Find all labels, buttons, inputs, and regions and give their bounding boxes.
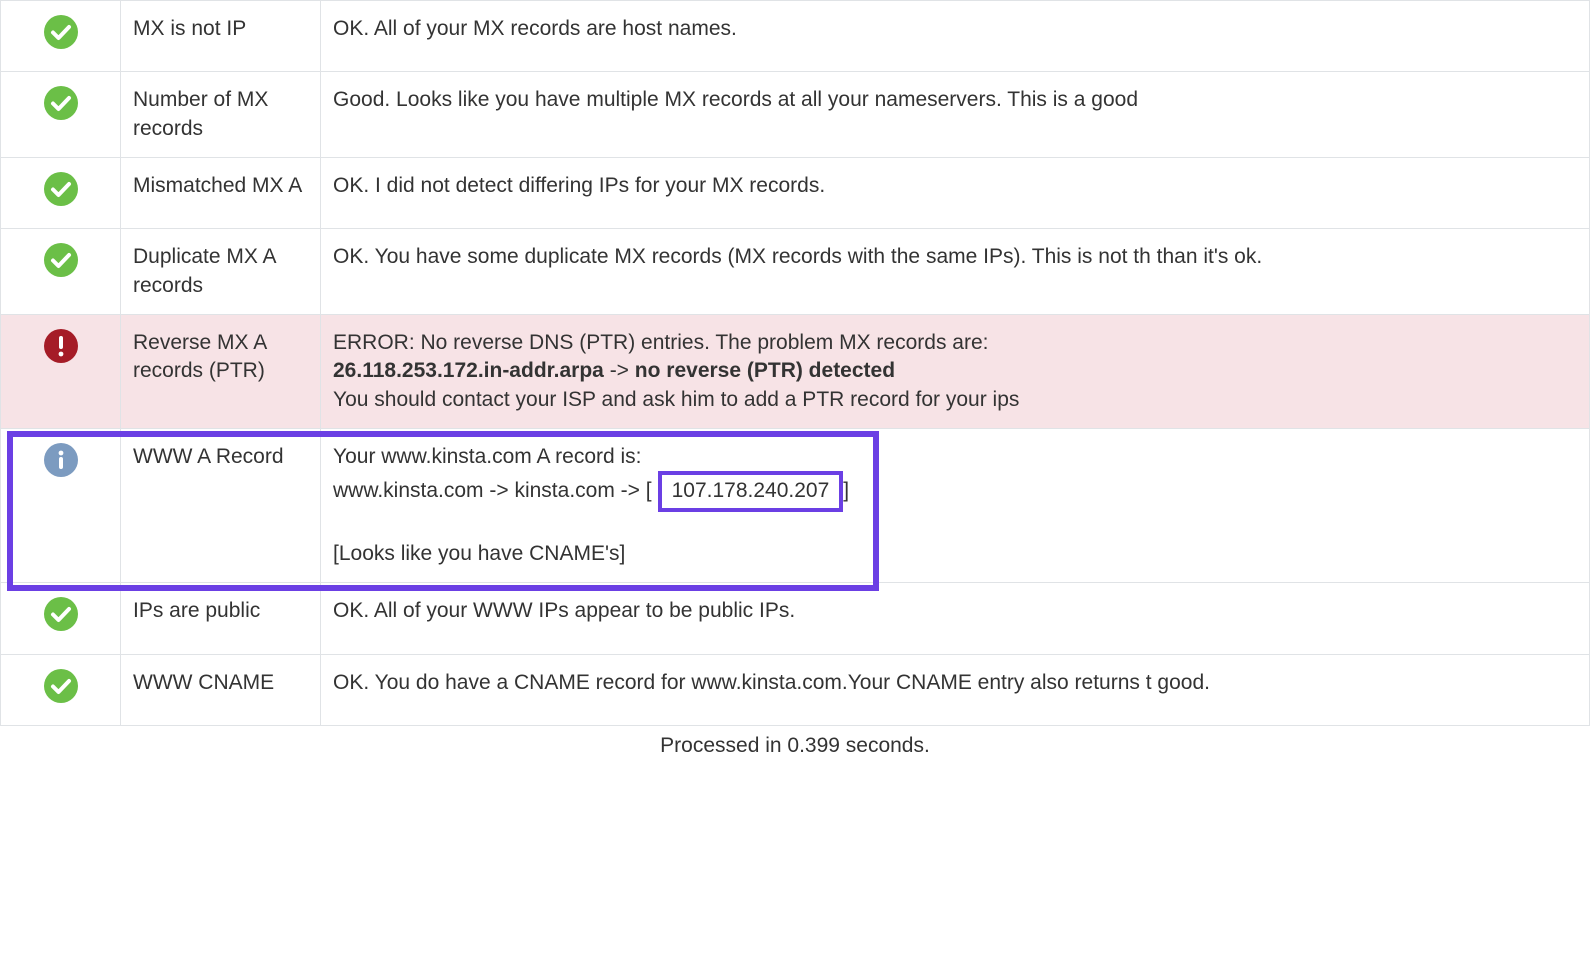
check-circle-icon: [44, 86, 78, 120]
check-circle-icon: [44, 243, 78, 277]
row-message: OK. You do have a CNAME record for www.k…: [333, 671, 1210, 694]
table-row: Number of MX records Good. Looks like yo…: [1, 72, 1590, 158]
check-circle-icon: [44, 172, 78, 206]
row-label: IPs are public: [133, 599, 260, 622]
check-circle-icon: [44, 15, 78, 49]
row-message: OK. All of your WWW IPs appear to be pub…: [333, 599, 795, 622]
error-detail: no reverse (PTR) detected: [635, 359, 895, 382]
table-row: MX is not IP OK. All of your MX records …: [1, 1, 1590, 72]
row-message: OK. All of your MX records are host name…: [333, 17, 737, 40]
error-advice: You should contact your ISP and ask him …: [333, 388, 1019, 411]
table-row-www: WWW A Record Your www.kinsta.com A recor…: [1, 429, 1590, 583]
row-label: MX is not IP: [133, 17, 246, 40]
table-row: IPs are public OK. All of your WWW IPs a…: [1, 583, 1590, 654]
row-message: OK. You have some duplicate MX records (…: [333, 245, 1262, 268]
row-label: Number of MX records: [133, 88, 268, 139]
row-message: OK. I did not detect differing IPs for y…: [333, 174, 825, 197]
table-row: Duplicate MX A records OK. You have some…: [1, 229, 1590, 315]
row-label: Reverse MX A records (PTR): [133, 331, 266, 382]
error-arrow: ->: [604, 359, 635, 382]
processing-time: Processed in 0.399 seconds.: [660, 734, 930, 757]
table-row: Mismatched MX A OK. I did not detect dif…: [1, 158, 1590, 229]
dns-results-table: MX is not IP OK. All of your MX records …: [0, 0, 1590, 726]
www-chain: www.kinsta.com -> kinsta.com -> [: [333, 479, 652, 502]
row-label: Duplicate MX A records: [133, 245, 275, 296]
ip-address-highlight: 107.178.240.207: [658, 471, 844, 511]
row-label: WWW A Record: [133, 445, 284, 468]
row-label: Mismatched MX A: [133, 174, 302, 197]
row-message: Good. Looks like you have multiple MX re…: [333, 88, 1138, 111]
table-row: WWW CNAME OK. You do have a CNAME record…: [1, 654, 1590, 725]
check-circle-icon: [44, 597, 78, 631]
table-row-error: Reverse MX A records (PTR) ERROR: No rev…: [1, 315, 1590, 429]
www-chain-end: ]: [843, 479, 849, 502]
www-note: [Looks like you have CNAME's]: [333, 542, 625, 565]
row-label: WWW CNAME: [133, 671, 274, 694]
error-host: 26.118.253.172.in-addr.arpa: [333, 359, 604, 382]
info-circle-icon: [44, 443, 78, 477]
check-circle-icon: [44, 669, 78, 703]
www-intro: Your www.kinsta.com A record is:: [333, 445, 642, 468]
error-text: ERROR: No reverse DNS (PTR) entries. The…: [333, 331, 988, 354]
exclamation-circle-icon: [44, 329, 78, 363]
